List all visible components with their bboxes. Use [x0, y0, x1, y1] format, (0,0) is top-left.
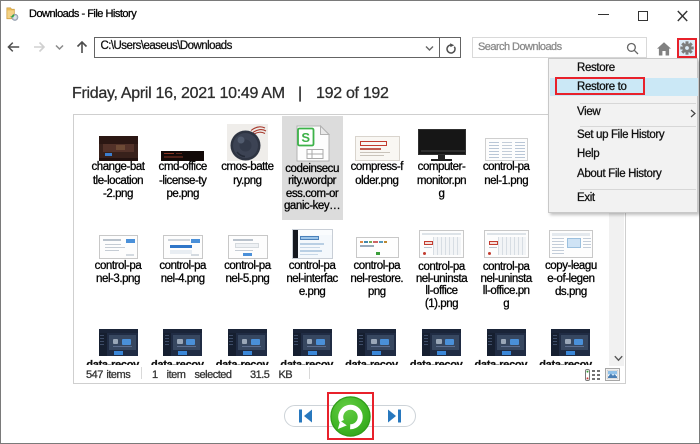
svg-text:S: S [301, 130, 310, 145]
